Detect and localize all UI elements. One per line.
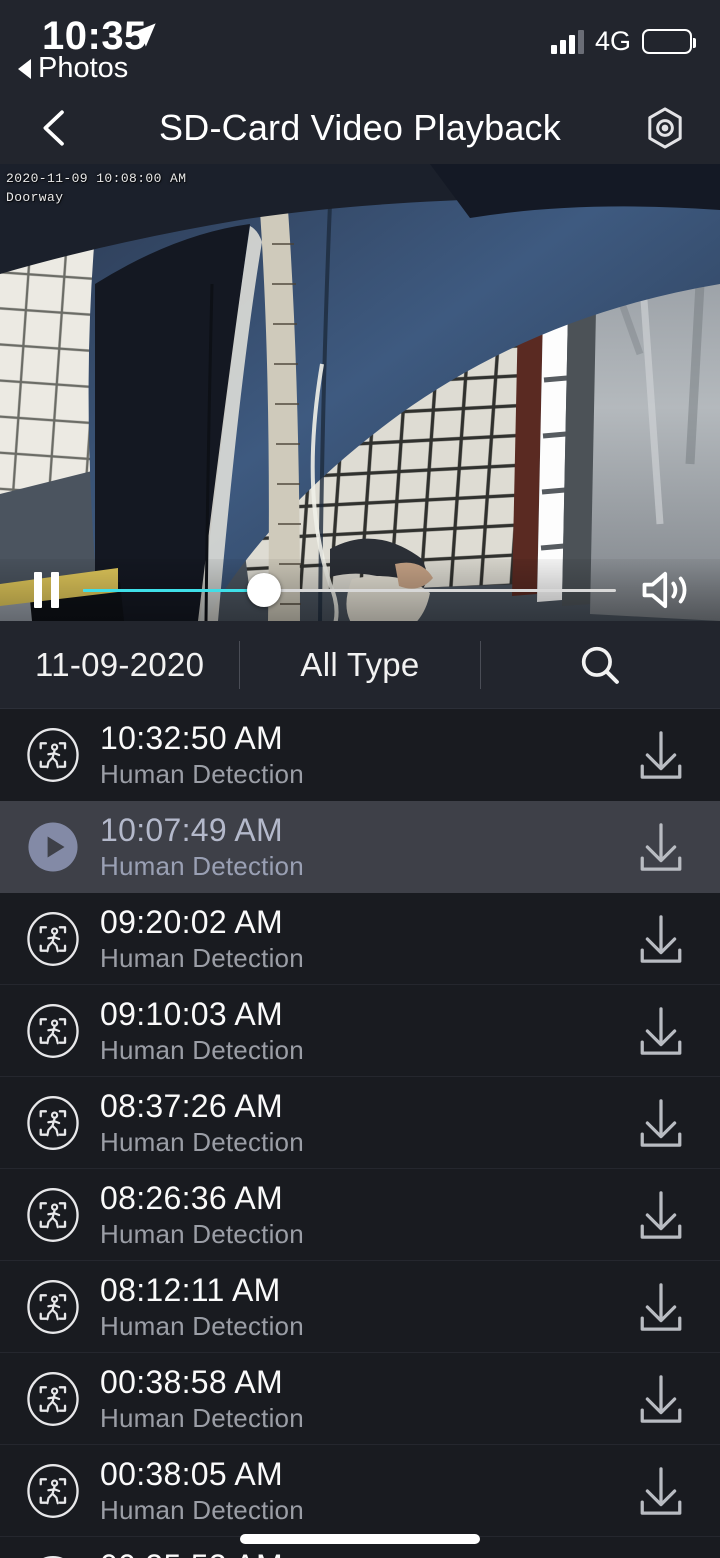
status-bar-indicators: 4G	[550, 26, 696, 57]
event-row[interactable]: 00:38:58 AM Human Detection	[0, 1353, 720, 1445]
event-time: 10:32:50 AM	[100, 720, 283, 757]
human-detection-icon	[27, 1004, 79, 1058]
event-time: 09:20:02 AM	[100, 904, 283, 941]
event-row[interactable]: 09:20:02 AM Human Detection	[0, 893, 720, 985]
play-circle-icon[interactable]	[26, 820, 80, 874]
download-icon[interactable]	[632, 1370, 690, 1428]
event-row[interactable]: 08:12:11 AM Human Detection	[0, 1261, 720, 1353]
video-frame	[0, 164, 720, 621]
event-time: 08:26:36 AM	[100, 1180, 283, 1217]
event-time: 00:35:53 AM	[100, 1548, 632, 1558]
event-row-text: 10:07:49 AM Human Detection	[100, 812, 632, 881]
event-time: 08:12:11 AM	[100, 1272, 281, 1309]
event-row[interactable]: 08:26:36 AM Human Detection	[0, 1169, 720, 1261]
download-icon[interactable]	[632, 1094, 690, 1152]
search-button[interactable]	[481, 621, 720, 708]
signal-strength-icon	[550, 29, 584, 54]
video-player[interactable]: 2020-11-09 10:08:00 AM Doorway	[0, 164, 720, 621]
pause-button[interactable]	[34, 572, 59, 608]
home-indicator	[240, 1534, 480, 1544]
app-screen: 10:35 4G Photos SD-Card Video Playback 2…	[0, 0, 720, 1558]
osd-channel-label: Doorway	[6, 189, 64, 205]
volume-button[interactable]	[640, 568, 694, 612]
status-bar: 10:35 4G Photos	[0, 0, 720, 92]
human-detection-icon	[27, 1188, 79, 1242]
human-detection-icon	[27, 1280, 79, 1334]
return-to-photos-link[interactable]: Photos	[18, 52, 128, 85]
event-row[interactable]: 10:07:49 AM Human Detection	[0, 801, 720, 893]
human-detection-icon	[27, 728, 79, 782]
event-type: Human Detection	[100, 1034, 304, 1065]
download-icon[interactable]	[632, 1278, 690, 1336]
event-time: 09:10:03 AM	[100, 996, 283, 1033]
back-triangle-icon	[18, 58, 31, 79]
event-list[interactable]: 10:32:50 AM Human Detection 10:07:49 AM Hu…	[0, 709, 720, 1558]
download-icon[interactable]	[632, 1186, 690, 1244]
settings-button[interactable]	[642, 105, 688, 151]
event-type: Human Detection	[100, 1126, 304, 1157]
event-type: Human Detection	[100, 1402, 304, 1433]
network-type-label: 4G	[594, 26, 631, 56]
location-arrow-icon	[132, 23, 156, 47]
event-type: Human Detection	[100, 1310, 304, 1341]
download-icon[interactable]	[632, 1002, 690, 1060]
date-filter-button[interactable]: 11-09-2020	[0, 621, 239, 708]
human-detection-icon	[27, 912, 79, 966]
download-icon[interactable]	[632, 910, 690, 968]
event-row-text: 08:37:26 AM Human Detection	[100, 1088, 632, 1157]
nav-bar: SD-Card Video Playback	[0, 92, 720, 164]
filter-bar: 11-09-2020 All Type	[0, 621, 720, 709]
search-icon	[582, 646, 620, 684]
event-row-text: 08:26:36 AM Human Detection	[100, 1180, 632, 1249]
event-row[interactable]: 08:37:26 AM Human Detection	[0, 1077, 720, 1169]
date-filter-label: 11-09-2020	[34, 645, 205, 683]
event-row[interactable]: 09:10:03 AM Human Detection	[0, 985, 720, 1077]
event-type: Human Detection	[100, 942, 304, 973]
event-time: 10:07:49 AM	[100, 812, 283, 849]
event-type: Human Detection	[100, 1494, 304, 1525]
download-icon[interactable]	[632, 726, 690, 784]
battery-icon	[642, 29, 696, 54]
speaker-on-icon	[642, 571, 687, 609]
event-time: 00:38:58 AM	[100, 1364, 283, 1401]
return-app-label: Photos	[38, 52, 129, 84]
progress-slider[interactable]	[83, 572, 616, 608]
human-detection-icon	[27, 1096, 79, 1150]
event-row-text: 00:38:58 AM Human Detection	[100, 1364, 632, 1433]
type-filter-label: All Type	[300, 645, 420, 683]
event-type: Human Detection	[100, 758, 304, 789]
osd-timestamp: 2020-11-09 10:08:00 AM	[6, 171, 187, 186]
human-detection-icon	[27, 1372, 79, 1426]
event-type: Human Detection	[100, 850, 304, 881]
event-type: Human Detection	[100, 1218, 304, 1249]
type-filter-button[interactable]: All Type	[240, 621, 479, 708]
event-row-text: 00:38:05 AM Human Detection	[100, 1456, 632, 1525]
event-row-text: 08:12:11 AM Human Detection	[100, 1272, 632, 1341]
video-osd: 2020-11-09 10:08:00 AM Doorway	[6, 170, 186, 208]
progress-knob[interactable]	[247, 573, 282, 607]
event-row-text: 09:20:02 AM Human Detection	[100, 904, 632, 973]
human-detection-icon	[27, 1464, 79, 1518]
event-row-text: 10:32:50 AM Human Detection	[100, 720, 632, 789]
event-row-text: 09:10:03 AM Human Detection	[100, 996, 632, 1065]
event-time: 08:37:26 AM	[100, 1088, 283, 1125]
chevron-left-icon	[43, 110, 64, 146]
page-title: SD-Card Video Playback	[159, 107, 561, 148]
playback-controls	[0, 559, 720, 621]
event-row[interactable]: 00:38:05 AM Human Detection	[0, 1445, 720, 1537]
back-button[interactable]	[34, 105, 76, 151]
download-icon[interactable]	[632, 1554, 690, 1558]
event-time: 00:38:05 AM	[100, 1456, 283, 1493]
download-icon[interactable]	[632, 818, 690, 876]
hex-aperture-settings-icon	[648, 107, 682, 149]
download-icon[interactable]	[632, 1462, 690, 1520]
event-row[interactable]: 10:32:50 AM Human Detection	[0, 709, 720, 801]
event-row-text: 00:35:53 AMHuman Detection	[100, 1548, 632, 1558]
progress-fill	[83, 588, 265, 592]
